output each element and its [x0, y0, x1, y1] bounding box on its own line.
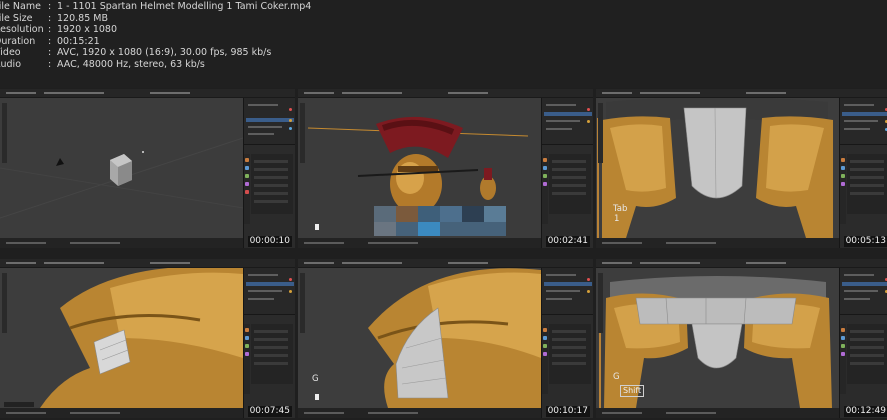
toolbar-strip[interactable] [598, 103, 603, 163]
viewport-scene [298, 268, 541, 408]
key-hint-g: G [613, 372, 620, 382]
3d-viewport: Tab 1 [596, 98, 839, 238]
3d-viewport [0, 268, 243, 408]
thumbnail-2[interactable]: 00:02:41 [298, 89, 593, 248]
file-name-value: 1 - 1101 Spartan Helmet Modelling 1 Tami… [57, 1, 312, 12]
blender-topbar [0, 259, 295, 268]
key-hint-g: G [312, 374, 319, 384]
3d-viewport: G Shift [596, 268, 839, 408]
resolution-label: Resolution [0, 24, 44, 35]
thumbnail-4[interactable]: 00:07:45 [0, 259, 295, 418]
video-value: AVC, 1920 x 1080 (16:9), 30.00 fps, 985 … [57, 47, 272, 58]
file-name-label: File Name [0, 1, 41, 12]
outliner-properties-panel[interactable] [243, 98, 295, 248]
file-info-header: File Name : 1 - 1101 Spartan Helmet Mode… [0, 0, 887, 88]
audio-label: Audio [0, 59, 22, 70]
thumbnail-1[interactable]: 00:00:10 [0, 89, 295, 248]
timestamp-label: 00:02:41 [545, 236, 590, 247]
timestamp-label: 00:07:45 [247, 406, 292, 417]
timestamp-label: 00:12:49 [843, 406, 887, 417]
timeline-bar[interactable] [0, 238, 243, 248]
timeline-bar[interactable] [298, 408, 541, 418]
key-hint-shift: Shift [620, 385, 645, 397]
key-hint-tab: Tab [613, 204, 628, 214]
timestamp-label: 00:00:10 [247, 236, 292, 247]
thumbnail-3[interactable]: Tab 1 00:05:13 [596, 89, 887, 248]
timeline-bar[interactable] [0, 408, 243, 418]
toolbar-strip[interactable] [300, 273, 305, 333]
thumbnail-5[interactable]: G 00:10:17 [298, 259, 593, 418]
timeline-bar[interactable] [298, 238, 541, 248]
toolbar-strip[interactable] [2, 273, 7, 333]
timestamp-label: 00:10:17 [545, 406, 590, 417]
resolution-value: 1920 x 1080 [57, 24, 118, 35]
toolbar-strip[interactable] [300, 103, 305, 163]
viewport-scene [0, 268, 243, 408]
audio-value: AAC, 48000 Hz, stereo, 63 kb/s [57, 59, 205, 70]
key-hint-number: 1 [614, 214, 620, 224]
outliner-properties-panel[interactable] [541, 268, 593, 418]
separator: : [48, 1, 52, 12]
outliner-properties-panel[interactable] [839, 268, 887, 418]
timestamp-label: 00:05:13 [843, 236, 887, 247]
blender-topbar [298, 89, 593, 98]
toolbar-strip[interactable] [598, 273, 603, 333]
video-label: Video [0, 47, 21, 58]
viewport-scene [596, 98, 839, 238]
3d-viewport [298, 98, 541, 238]
3d-viewport [0, 98, 243, 238]
viewport-scene [298, 98, 541, 238]
blender-topbar [596, 259, 887, 268]
toolbar-strip[interactable] [2, 103, 7, 163]
separator: : [48, 59, 52, 70]
outliner-properties-panel[interactable] [243, 268, 295, 418]
timeline-bar[interactable] [596, 238, 839, 248]
separator: : [48, 24, 52, 35]
separator: : [48, 47, 52, 58]
blender-topbar [0, 89, 295, 98]
thumbnail-6[interactable]: G Shift 00:12:49 [596, 259, 887, 418]
blender-topbar [596, 89, 887, 98]
outliner-properties-panel[interactable] [839, 98, 887, 248]
outliner-properties-panel[interactable] [541, 98, 593, 248]
timeline-bar[interactable] [596, 408, 839, 418]
3d-viewport: G [298, 268, 541, 408]
blender-topbar [298, 259, 593, 268]
viewport-scene [0, 98, 243, 238]
